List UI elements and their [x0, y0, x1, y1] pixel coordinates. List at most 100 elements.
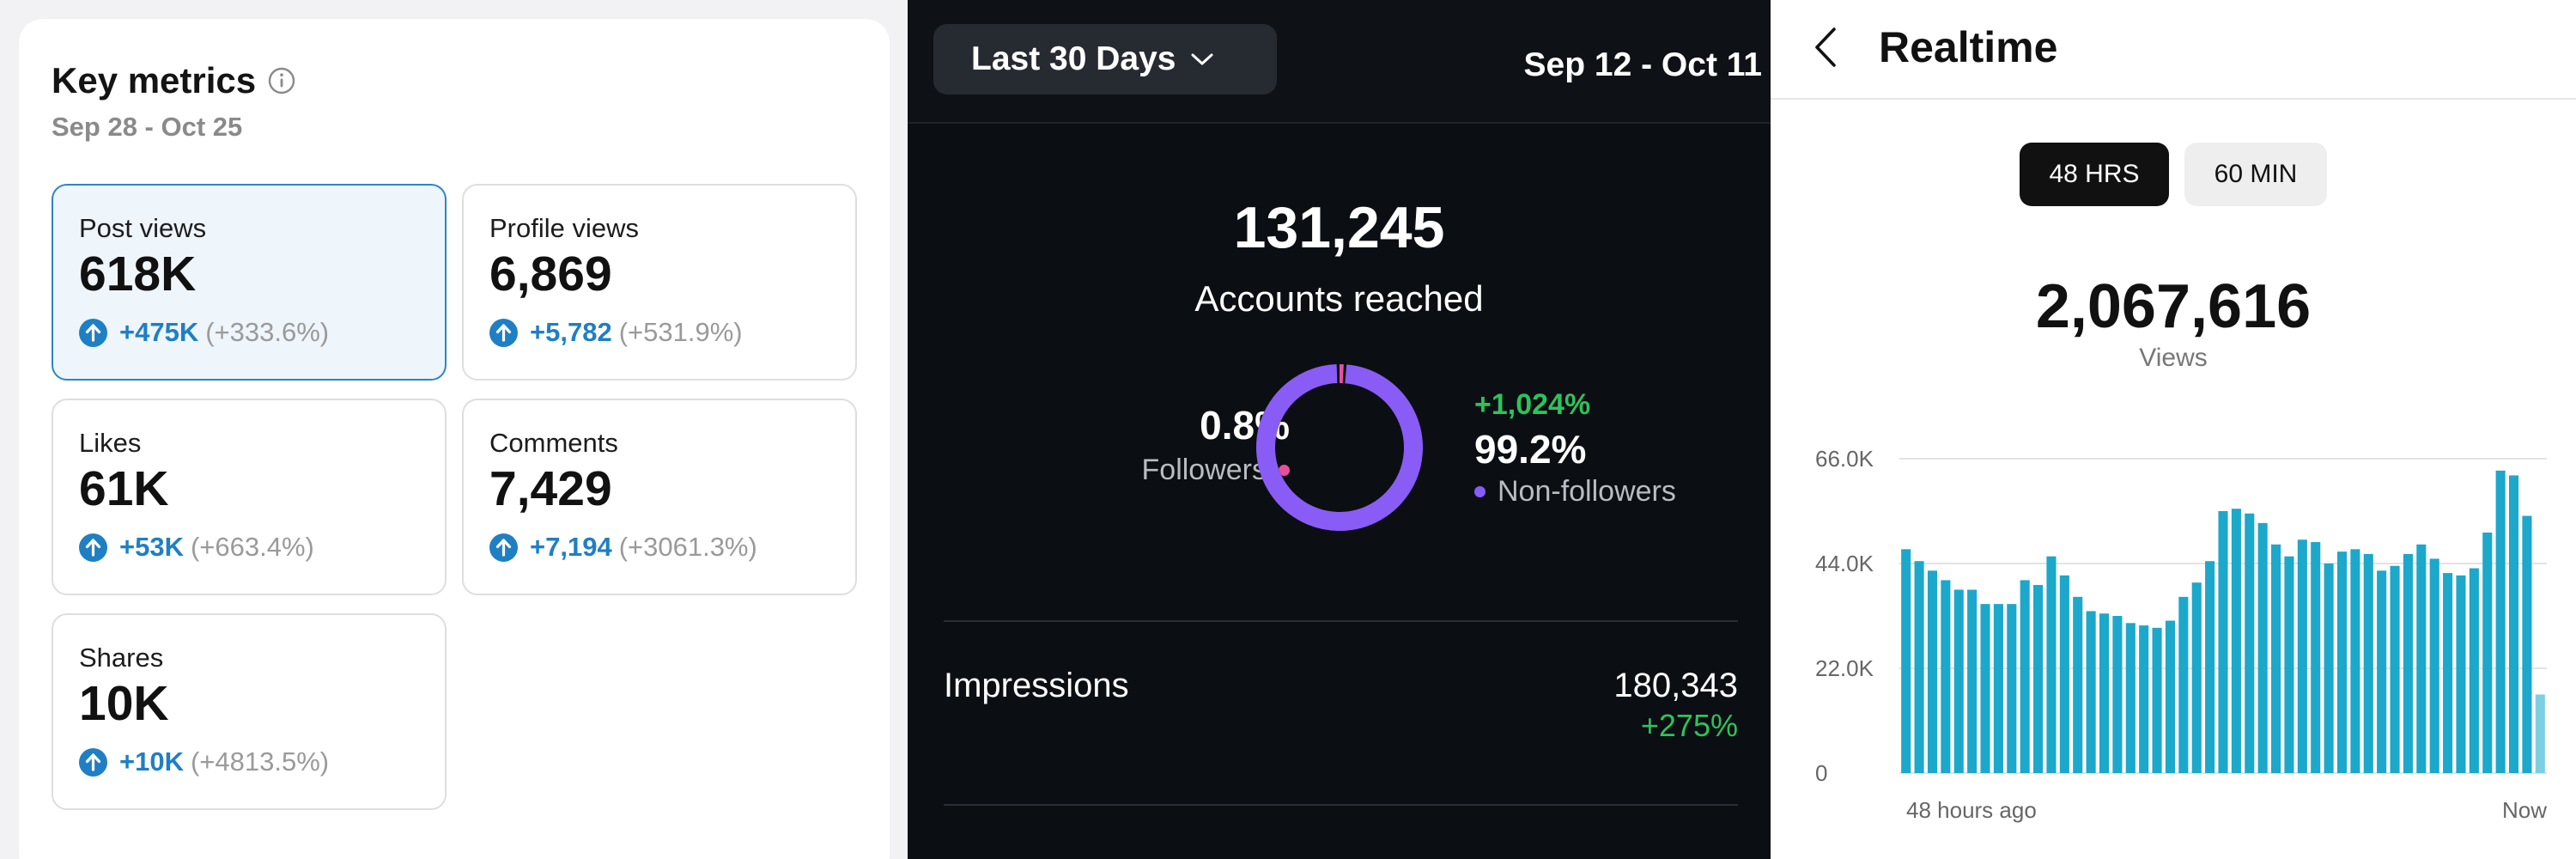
- audience-donut-chart: [1256, 364, 1423, 531]
- divider: [944, 804, 1738, 806]
- bar[interactable]: [2403, 553, 2413, 773]
- bar[interactable]: [2007, 604, 2017, 773]
- bar[interactable]: [2059, 575, 2069, 773]
- metric-label: Shares: [79, 643, 164, 673]
- bar[interactable]: [2165, 620, 2175, 773]
- bar[interactable]: [2535, 694, 2545, 774]
- bar[interactable]: [2324, 564, 2334, 773]
- metric-card[interactable]: Profile views 6,869 +5,782 (+531.9%): [462, 184, 857, 381]
- bar[interactable]: [2429, 558, 2439, 773]
- metric-delta-percent: (+333.6%): [205, 317, 330, 347]
- metric-value: 10K: [79, 676, 169, 731]
- bar[interactable]: [2231, 509, 2241, 773]
- bar[interactable]: [1901, 549, 1911, 773]
- metric-label: Post views: [79, 213, 207, 243]
- bar[interactable]: [2271, 544, 2281, 773]
- realtime-views-bar-chart: 0 22.0K 44.0K 66.0K 48 hours ago Now: [1815, 446, 2547, 823]
- bar[interactable]: [2099, 613, 2110, 773]
- bar[interactable]: [2508, 475, 2519, 773]
- nonfollowers-delta: +1,024%: [1474, 388, 1591, 421]
- bar[interactable]: [2495, 470, 2506, 773]
- metric-label: Profile views: [489, 213, 639, 243]
- bar[interactable]: [2033, 584, 2044, 773]
- bar[interactable]: [1953, 589, 1964, 774]
- chevron-down-icon: [1191, 53, 1213, 65]
- y-tick-label: 66.0K: [1815, 446, 1874, 472]
- y-tick-label: 44.0K: [1815, 551, 1874, 576]
- bar[interactable]: [2218, 511, 2228, 773]
- bar[interactable]: [2020, 580, 2030, 773]
- reach-date: Sep 12 - Oct 11: [1523, 46, 1762, 83]
- x-axis-start-label: 48 hours ago: [1906, 797, 2037, 823]
- bar[interactable]: [2284, 556, 2294, 773]
- metric-card[interactable]: Post views 618K +475K (+333.6%): [52, 184, 447, 381]
- bar[interactable]: [2336, 551, 2348, 773]
- bar[interactable]: [1914, 561, 1924, 773]
- bar[interactable]: [1993, 604, 2003, 773]
- bar[interactable]: [1980, 604, 1990, 773]
- arrow-up-circle-icon: [489, 318, 518, 347]
- key-metrics-sheet: Key metrics Sep 28 - Oct 25 Post views 61…: [19, 19, 890, 859]
- divider: [944, 620, 1738, 622]
- nonfollowers-percent: 99.2%: [1474, 427, 1587, 472]
- donut-nonfollowers-arc: [1256, 364, 1423, 531]
- bar[interactable]: [1941, 580, 1951, 773]
- bar[interactable]: [2139, 625, 2149, 773]
- bar[interactable]: [2443, 573, 2453, 773]
- metric-card[interactable]: Likes 61K +53K (+663.4%): [52, 399, 447, 595]
- metric-delta-percent: (+531.9%): [618, 317, 743, 347]
- bar[interactable]: [2073, 596, 2083, 773]
- metric-card[interactable]: Comments 7,429 +7,194 (+3061.3%): [462, 399, 857, 595]
- bar[interactable]: [2311, 542, 2321, 773]
- metric-delta-absolute: +53K: [119, 532, 184, 562]
- bar[interactable]: [2522, 515, 2532, 773]
- bar[interactable]: [2456, 575, 2466, 773]
- metric-value: 6,869: [489, 247, 612, 302]
- bar[interactable]: [2086, 611, 2096, 773]
- bar[interactable]: [2152, 627, 2162, 773]
- bar[interactable]: [2469, 568, 2479, 773]
- bar[interactable]: [2125, 623, 2136, 773]
- metric-label: Comments: [489, 428, 618, 458]
- bar[interactable]: [2482, 532, 2493, 773]
- bar[interactable]: [2178, 596, 2189, 773]
- metric-card[interactable]: Shares 10K +10K (+4813.5%): [52, 613, 447, 810]
- bar[interactable]: [2363, 553, 2373, 773]
- bar[interactable]: [2390, 565, 2400, 773]
- arrow-up-circle-icon: [79, 318, 107, 347]
- realtime-title: Realtime: [1879, 23, 2058, 71]
- metric-delta: +10K (+4813.5%): [79, 746, 329, 777]
- metric-delta-percent: (+663.4%): [190, 532, 314, 562]
- bar[interactable]: [2350, 549, 2360, 773]
- key-metrics-title: Key metrics: [52, 60, 257, 101]
- bar[interactable]: [2245, 513, 2255, 773]
- arrow-up-circle-icon: [489, 533, 518, 562]
- y-tick-label: 22.0K: [1815, 655, 1874, 681]
- bar[interactable]: [2377, 570, 2387, 773]
- bar[interactable]: [2205, 561, 2215, 773]
- bar[interactable]: [2046, 556, 2057, 773]
- bar[interactable]: [2112, 616, 2123, 773]
- impressions-label[interactable]: Impressions: [944, 667, 1129, 705]
- impressions-value: 180,343: [1613, 667, 1738, 704]
- metric-delta: +475K (+333.6%): [79, 317, 329, 348]
- bar[interactable]: [1967, 589, 1978, 774]
- bar[interactable]: [2257, 522, 2268, 773]
- bar[interactable]: [2416, 544, 2427, 773]
- metric-value: 61K: [79, 461, 169, 516]
- info-icon[interactable]: [268, 67, 295, 94]
- realtime-topbar: Realtime: [1771, 0, 2576, 100]
- metric-delta-percent: (+3061.3%): [618, 532, 757, 562]
- bar[interactable]: [2297, 539, 2307, 773]
- date-range-dropdown[interactable]: Last 30 Days: [933, 24, 1277, 94]
- key-metrics-header: Key metrics: [52, 60, 295, 101]
- metric-value: 618K: [79, 247, 197, 302]
- nonfollowers-legend: Non-followers: [1474, 475, 1676, 509]
- realtime-panel: Realtime 48 HRS 60 MIN 2,067,616 Views 0…: [1771, 0, 2576, 859]
- tab-60-min[interactable]: 60 MIN: [2184, 143, 2327, 206]
- tab-48-hrs[interactable]: 48 HRS: [2020, 143, 2169, 206]
- back-chevron-icon[interactable]: [1810, 26, 1841, 69]
- bar[interactable]: [1927, 570, 1938, 773]
- composite-screenshot: Key metrics Sep 28 - Oct 25 Post views 61…: [0, 0, 2576, 859]
- bar[interactable]: [2191, 582, 2202, 773]
